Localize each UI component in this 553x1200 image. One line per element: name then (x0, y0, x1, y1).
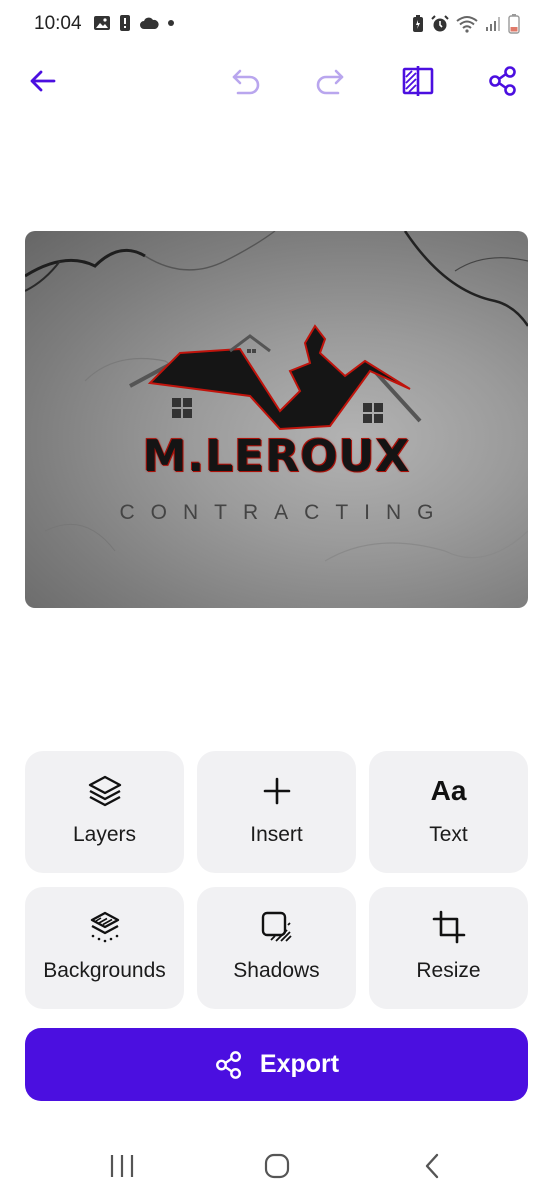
share-icon (215, 1050, 241, 1079)
backgrounds-label: Backgrounds (43, 959, 166, 982)
signal-icon (486, 17, 500, 31)
back-button[interactable] (18, 56, 68, 106)
design-canvas[interactable]: M.LEROUX CONTRACTING (25, 231, 528, 608)
editor-toolbar (0, 56, 553, 106)
recents-button[interactable] (92, 1146, 152, 1186)
compare-button[interactable] (393, 56, 443, 106)
redo-button[interactable] (305, 56, 355, 106)
system-nav-bar (0, 1132, 553, 1200)
image-icon (94, 16, 110, 30)
backgrounds-button[interactable]: Backgrounds (25, 887, 184, 1009)
text-label: Text (429, 823, 468, 846)
layers-label: Layers (72, 823, 137, 846)
compare-icon (402, 66, 434, 96)
insert-button[interactable]: Insert (197, 751, 356, 873)
share-icon (489, 66, 516, 96)
marble-texture (25, 231, 528, 562)
battery-icon (508, 14, 520, 34)
logo-tagline: CONTRACTING (119, 501, 450, 524)
insert-label: Insert (250, 823, 303, 846)
share-button[interactable] (478, 56, 528, 106)
crop-icon (432, 910, 465, 944)
dot-icon (168, 20, 174, 26)
plus-icon (263, 777, 290, 805)
home-button[interactable] (247, 1146, 307, 1186)
text-aa-icon: Aa (430, 775, 467, 806)
layers-icon (88, 775, 121, 807)
status-left-icons (93, 14, 175, 32)
undo-icon (232, 69, 260, 95)
alarm-icon (431, 15, 449, 32)
status-time: 10:04 (34, 13, 82, 34)
shadows-label: Shadows (233, 959, 320, 982)
resize-button[interactable]: Resize (369, 887, 528, 1009)
status-bar: 10:04 (0, 0, 553, 48)
battery-saver-icon (413, 15, 423, 32)
shadows-button[interactable]: Shadows (197, 887, 356, 1009)
shadows-icon (261, 911, 292, 942)
recents-icon (110, 1155, 134, 1177)
undo-button[interactable] (221, 56, 271, 106)
export-label: Export (259, 1050, 340, 1078)
redo-icon (316, 69, 344, 95)
backgrounds-icon (90, 911, 119, 943)
resize-label: Resize (416, 959, 481, 982)
arrow-left-icon (30, 70, 56, 92)
system-back-button[interactable] (402, 1146, 462, 1186)
home-icon (264, 1153, 290, 1179)
logo-brand-name: M.LEROUX (142, 431, 411, 482)
export-button[interactable]: Export (25, 1028, 528, 1101)
layers-button[interactable]: Layers (25, 751, 184, 873)
text-button[interactable]: Aa Text (369, 751, 528, 873)
wifi-icon (456, 16, 478, 33)
status-right-icons (412, 14, 520, 34)
back-chevron-icon (425, 1153, 439, 1179)
alert-icon (120, 15, 130, 31)
cloud-icon (140, 17, 159, 29)
